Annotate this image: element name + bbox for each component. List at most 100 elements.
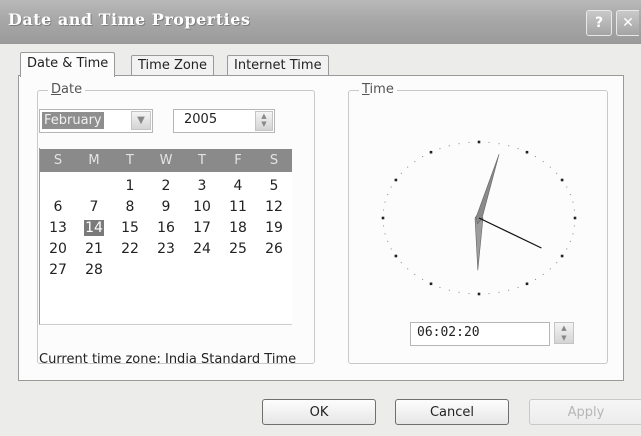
calendar-week-row: 27 28 bbox=[40, 260, 292, 281]
calendar-day-selected[interactable]: 14 bbox=[76, 218, 112, 239]
calendar-day[interactable]: 5 bbox=[256, 176, 292, 197]
calendar-day[interactable]: 16 bbox=[148, 218, 184, 239]
clock-minute-mark bbox=[534, 156, 536, 158]
calendar-day-label: 10 bbox=[193, 199, 211, 215]
cancel-button[interactable]: Cancel bbox=[395, 399, 509, 425]
calendar[interactable]: S M T W T F S 1 2 3 4 5 6 7 8 9 10 11 12 13 14 15 16 17 1… bbox=[40, 149, 292, 323]
weekday-label: F bbox=[234, 153, 242, 168]
clock-minute-mark bbox=[517, 286, 519, 288]
calendar-day[interactable]: 10 bbox=[184, 197, 220, 218]
clock-minute-mark bbox=[549, 166, 551, 168]
clock-minute-mark bbox=[573, 209, 575, 211]
clock-minute-mark bbox=[573, 225, 575, 227]
calendar-day[interactable]: 12 bbox=[256, 197, 292, 218]
clock-minute-mark bbox=[458, 143, 460, 145]
calendar-day-label: 2 bbox=[161, 178, 171, 194]
calendar-day[interactable]: 15 bbox=[112, 218, 148, 239]
calendar-day[interactable]: 27 bbox=[40, 260, 76, 281]
weekday-label: T bbox=[198, 153, 206, 168]
chevron-down-icon[interactable]: ▼ bbox=[131, 111, 151, 130]
time-input[interactable]: 06:02:20 bbox=[410, 322, 550, 346]
calendar-week-row: 6 7 8 9 10 11 12 bbox=[40, 197, 292, 218]
calendar-day-label: 26 bbox=[265, 241, 283, 257]
calendar-day[interactable]: 20 bbox=[40, 239, 76, 260]
dialog-body: Date & Time Time Zone Internet Time Date… bbox=[0, 44, 641, 436]
calendar-day bbox=[40, 176, 76, 197]
clock-minute-mark bbox=[572, 201, 574, 203]
calendar-day[interactable]: 19 bbox=[256, 218, 292, 239]
calendar-day[interactable]: 9 bbox=[148, 197, 184, 218]
calendar-day bbox=[256, 260, 292, 281]
title-bar[interactable]: Date and Time Properties ? ✕ bbox=[0, 0, 641, 44]
tab-date-time[interactable]: Date & Time bbox=[20, 52, 116, 77]
calendar-day[interactable]: 13 bbox=[40, 218, 76, 239]
spin-down-icon[interactable]: ▼ bbox=[555, 333, 573, 343]
clock-minute-mark bbox=[488, 293, 490, 295]
date-group-label: Date bbox=[48, 82, 86, 97]
calendar-day[interactable]: 11 bbox=[220, 197, 256, 218]
calendar-day bbox=[184, 260, 220, 281]
clock-minute-mark bbox=[569, 194, 571, 196]
time-spin-buttons[interactable]: ▲ ▼ bbox=[554, 322, 574, 344]
clock-minute-hand bbox=[475, 153, 500, 225]
calendar-day[interactable]: 17 bbox=[184, 218, 220, 239]
calendar-day[interactable]: 21 bbox=[76, 239, 112, 260]
calendar-day[interactable]: 2 bbox=[148, 176, 184, 197]
clock-minute-mark bbox=[542, 273, 544, 275]
calendar-day[interactable]: 18 bbox=[220, 218, 256, 239]
calendar-day bbox=[76, 176, 112, 197]
clock-minute-mark bbox=[390, 248, 392, 250]
calendar-day[interactable]: 24 bbox=[184, 239, 220, 260]
clock-minute-mark bbox=[407, 166, 409, 168]
clock-minute-mark bbox=[439, 286, 441, 288]
calendar-day[interactable]: 22 bbox=[112, 239, 148, 260]
clock-minute-mark bbox=[498, 143, 500, 145]
calendar-day-label: 9 bbox=[161, 199, 171, 215]
clock-hour-mark bbox=[525, 282, 529, 286]
calendar-day[interactable]: 1 bbox=[112, 176, 148, 197]
current-time-zone-text: Current time zone: India Standard Time bbox=[39, 352, 297, 367]
calendar-day-label: 3 bbox=[197, 178, 207, 194]
year-spin-buttons[interactable]: ▲ ▼ bbox=[255, 111, 273, 131]
clock-minute-mark bbox=[468, 293, 470, 295]
calendar-day[interactable]: 28 bbox=[76, 260, 112, 281]
calendar-day[interactable]: 6 bbox=[40, 197, 76, 218]
time-value: 06:02:20 bbox=[417, 325, 480, 340]
calendar-day[interactable]: 26 bbox=[256, 239, 292, 260]
apply-button[interactable]: Apply bbox=[529, 399, 641, 425]
clock-minute-mark bbox=[448, 289, 450, 291]
calendar-day-label: 28 bbox=[85, 262, 103, 278]
year-value: 2005 bbox=[184, 112, 218, 127]
help-button[interactable]: ? bbox=[586, 10, 612, 36]
calendar-day[interactable]: 4 bbox=[220, 176, 256, 197]
calendar-day[interactable]: 7 bbox=[76, 197, 112, 218]
clock-hour-mark bbox=[525, 150, 529, 154]
calendar-day-label: 15 bbox=[121, 220, 139, 236]
spin-down-icon[interactable]: ▼ bbox=[256, 120, 272, 128]
close-icon: ✕ bbox=[622, 15, 634, 31]
weekday-label: S bbox=[53, 153, 63, 168]
ok-button[interactable]: OK bbox=[262, 399, 376, 425]
weekday-label: W bbox=[159, 153, 173, 168]
clock-minute-mark bbox=[458, 291, 460, 293]
clock-hour-mark bbox=[573, 216, 577, 220]
calendar-day bbox=[112, 260, 148, 281]
calendar-day-label: 20 bbox=[49, 241, 67, 257]
close-button[interactable]: ✕ bbox=[616, 10, 639, 36]
calendar-day[interactable]: 3 bbox=[184, 176, 220, 197]
clock-minute-mark bbox=[384, 201, 386, 203]
calendar-day[interactable]: 23 bbox=[148, 239, 184, 260]
month-select[interactable]: February ▼ bbox=[39, 109, 153, 133]
calendar-day[interactable]: 25 bbox=[220, 239, 256, 260]
tab-internet-time[interactable]: Internet Time bbox=[227, 55, 329, 76]
weekday-label: S bbox=[269, 153, 279, 168]
help-icon: ? bbox=[594, 15, 604, 31]
clock-minute-mark bbox=[448, 145, 450, 147]
spin-up-icon[interactable]: ▲ bbox=[555, 323, 573, 333]
spin-up-icon[interactable]: ▲ bbox=[256, 112, 272, 120]
year-spinner[interactable]: 2005 ▲ ▼ bbox=[173, 109, 275, 133]
clock-minute-mark bbox=[390, 186, 392, 188]
tab-time-zone[interactable]: Time Zone bbox=[131, 55, 215, 76]
clock-hour-mark bbox=[560, 178, 564, 182]
calendar-day[interactable]: 8 bbox=[112, 197, 148, 218]
